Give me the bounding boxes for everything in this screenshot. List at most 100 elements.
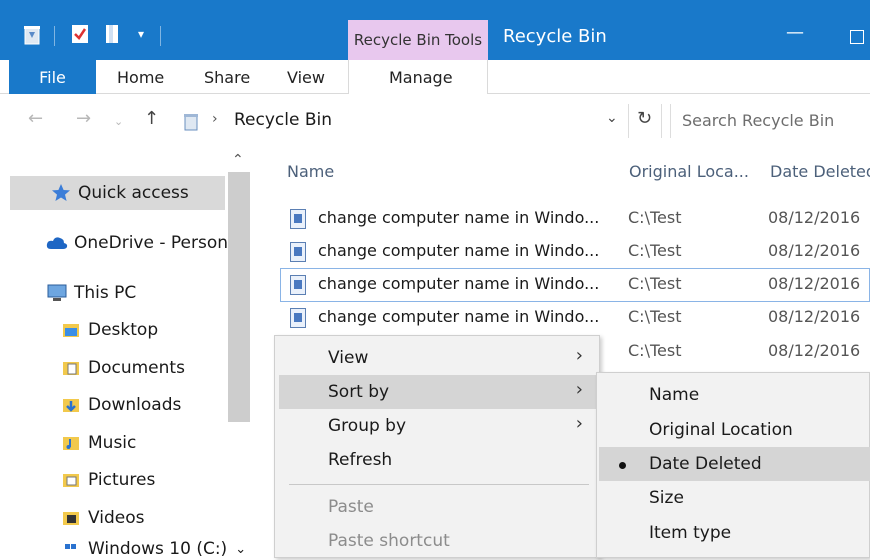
folder-icon: [60, 320, 82, 340]
nav-scrollbar-thumb[interactable]: [228, 172, 250, 422]
new-folder-icon[interactable]: [100, 22, 124, 46]
tab-share[interactable]: Share: [204, 60, 250, 94]
nav-label-quick-access: Quick access: [78, 183, 189, 203]
file-name: change computer name in Windo...: [318, 274, 600, 293]
image-file-icon: [290, 242, 306, 262]
column-header-date-deleted[interactable]: Date Deleted: [770, 162, 870, 181]
maximize-button[interactable]: [850, 30, 864, 44]
nav-item-videos[interactable]: Videos: [60, 502, 145, 534]
recent-locations-chevron-icon[interactable]: ⌄: [114, 115, 123, 128]
menu-item-label: Paste: [328, 497, 374, 517]
sort-option-item-type[interactable]: Item type: [599, 516, 870, 550]
recycle-bin-icon[interactable]: [20, 22, 44, 46]
submenu-chevron-icon: ›: [575, 379, 583, 400]
ribbon-tabs: File Home Share View Manage: [0, 60, 870, 94]
forward-arrow-icon[interactable]: →: [76, 108, 91, 129]
menu-item-paste[interactable]: Paste: [279, 490, 597, 524]
selected-bullet-icon: [619, 462, 626, 469]
nav-item-desktop[interactable]: Desktop: [60, 314, 158, 346]
star-icon: [50, 183, 72, 203]
customize-toolbar-chevron-icon[interactable]: ▾: [132, 22, 150, 46]
table-row[interactable]: change computer name in Windo... C:\Test…: [280, 270, 870, 300]
sort-option-label: Size: [649, 488, 684, 508]
sort-option-label: Item type: [649, 523, 732, 543]
menu-separator: [289, 484, 589, 485]
up-arrow-icon[interactable]: ↑: [144, 108, 159, 129]
sort-option-date-deleted[interactable]: Date Deleted: [599, 447, 870, 481]
file-date: 08/12/2016: [768, 241, 861, 260]
file-date: 08/12/2016: [768, 341, 861, 360]
sort-option-size[interactable]: Size: [599, 481, 870, 515]
toolbar-separator: [54, 26, 55, 46]
table-row[interactable]: change computer name in Windo... C:\Test…: [280, 303, 870, 333]
file-date: 08/12/2016: [768, 274, 861, 293]
nav-label-desktop: Desktop: [88, 320, 159, 340]
file-name: change computer name in Windo...: [318, 307, 600, 326]
nav-item-music[interactable]: Music: [60, 427, 136, 459]
file-location: C:\Test: [628, 208, 682, 227]
submenu-chevron-icon: ›: [575, 345, 583, 366]
window-title: Recycle Bin: [503, 26, 607, 47]
nav-item-downloads[interactable]: Downloads: [60, 389, 181, 421]
address-recycle-bin-icon: [182, 111, 200, 135]
menu-item-view[interactable]: View ›: [279, 341, 597, 375]
pictures-icon: [60, 470, 82, 490]
search-placeholder: Search Recycle Bin: [682, 111, 835, 130]
file-date: 08/12/2016: [768, 208, 861, 227]
file-location: C:\Test: [628, 341, 682, 360]
column-header-name[interactable]: Name: [287, 162, 334, 181]
menu-item-paste-shortcut[interactable]: Paste shortcut: [279, 524, 597, 558]
cloud-icon: [46, 233, 68, 253]
nav-label-documents: Documents: [88, 358, 185, 378]
image-file-icon: [290, 275, 306, 295]
tab-manage[interactable]: Manage: [389, 60, 453, 94]
menu-item-label: Sort by: [328, 382, 390, 402]
nav-item-windows-drive[interactable]: Windows 10 (C:) ⌄: [60, 538, 246, 560]
refresh-button[interactable]: ↻: [628, 104, 662, 138]
column-header-original-location[interactable]: Original Loca...: [629, 162, 749, 181]
documents-icon: [60, 358, 82, 378]
minimize-button[interactable]: —: [780, 20, 810, 50]
file-location: C:\Test: [628, 274, 682, 293]
tab-view[interactable]: View: [287, 60, 325, 94]
breadcrumb-chevron-icon[interactable]: ›: [212, 111, 218, 127]
tab-home[interactable]: Home: [117, 60, 164, 94]
videos-icon: [60, 508, 82, 528]
address-path[interactable]: Recycle Bin: [234, 110, 332, 130]
tab-file[interactable]: File: [9, 60, 96, 94]
file-name: change computer name in Windo...: [318, 241, 600, 260]
nav-item-onedrive[interactable]: OneDrive - Person: [46, 227, 228, 259]
sort-option-label: Original Location: [649, 420, 793, 440]
menu-item-label: Group by: [328, 416, 407, 436]
title-bar: ▾ Recycle Bin Tools Recycle Bin —: [0, 0, 870, 60]
nav-item-quick-access[interactable]: Quick access: [10, 176, 225, 210]
nav-label-onedrive: OneDrive - Person: [74, 233, 229, 253]
nav-label-music: Music: [88, 433, 137, 453]
table-row[interactable]: change computer name in Windo... C:\Test…: [280, 237, 870, 267]
toolbar-separator: [160, 26, 161, 46]
properties-icon[interactable]: [68, 22, 92, 46]
menu-item-label: Paste shortcut: [328, 531, 450, 551]
file-location: C:\Test: [628, 241, 682, 260]
expand-chevron-icon[interactable]: ⌄: [235, 542, 246, 557]
refresh-icon: ↻: [637, 108, 653, 129]
table-row[interactable]: change computer name in Windo... C:\Test…: [280, 204, 870, 234]
image-file-icon: [290, 308, 306, 328]
nav-item-pictures[interactable]: Pictures: [60, 464, 155, 496]
menu-item-refresh[interactable]: Refresh: [279, 443, 597, 477]
file-location: C:\Test: [628, 307, 682, 326]
nav-label-videos: Videos: [88, 508, 145, 528]
nav-label-pictures: Pictures: [88, 470, 156, 490]
scroll-up-chevron-icon[interactable]: ⌃: [232, 152, 244, 168]
sort-option-label: Name: [649, 385, 700, 405]
address-dropdown-icon[interactable]: ⌄: [606, 110, 618, 126]
nav-item-this-pc[interactable]: This PC: [46, 277, 136, 309]
back-arrow-icon[interactable]: ←: [28, 108, 43, 129]
image-file-icon: [290, 209, 306, 229]
sort-option-original-location[interactable]: Original Location: [599, 413, 870, 447]
sort-option-label: Date Deleted: [649, 454, 762, 474]
menu-item-group-by[interactable]: Group by ›: [279, 409, 597, 443]
sort-option-name[interactable]: Name: [599, 378, 870, 412]
menu-item-sort-by[interactable]: Sort by ›: [279, 375, 597, 409]
nav-item-documents[interactable]: Documents: [60, 352, 185, 384]
